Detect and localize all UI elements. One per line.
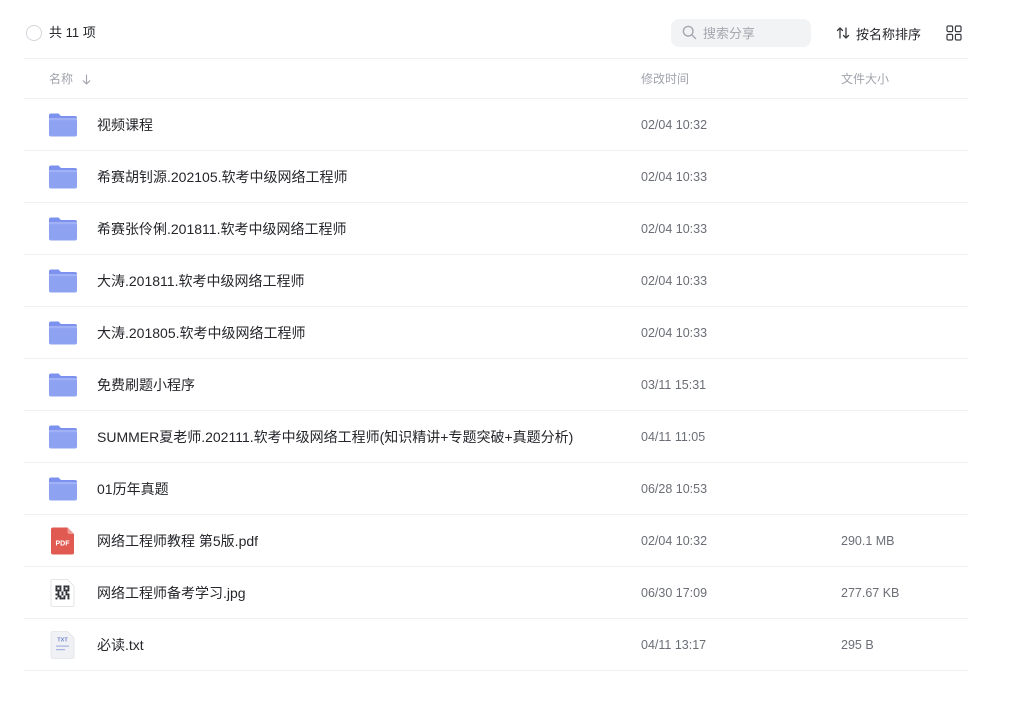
modified-time: 04/11 13:17 [641, 638, 707, 652]
toolbar: 共 11 项 按名称排序 [24, 18, 968, 48]
folder-icon [48, 267, 78, 295]
modified-time: 06/30 17:09 [641, 586, 708, 600]
table-row[interactable]: 01历年真题 06/28 10:53 [24, 463, 968, 515]
folder-icon [48, 215, 78, 243]
folder-icon [48, 163, 78, 191]
table-row[interactable]: 免费刷题小程序 03/11 15:31 [24, 359, 968, 411]
file-name[interactable]: 必读.txt [97, 636, 144, 654]
modified-time: 06/28 10:53 [641, 482, 708, 496]
sort-label: 按名称排序 [856, 26, 922, 42]
table-row[interactable]: 大涛.201811.软考中级网络工程师 02/04 10:33 [24, 255, 968, 307]
file-name[interactable]: 视频课程 [97, 116, 153, 134]
file-name[interactable]: 01历年真题 [97, 480, 169, 498]
modified-time: 03/11 15:31 [641, 378, 707, 392]
search-icon [682, 25, 697, 40]
item-count: 共 11 项 [49, 25, 96, 40]
modified-time: 02/04 10:32 [641, 534, 708, 548]
folder-icon [48, 371, 78, 399]
column-header-name[interactable]: 名称 [49, 71, 91, 87]
table-row[interactable]: SUMMER夏老师.202111.软考中级网络工程师(知识精讲+专题突破+真题分… [24, 411, 968, 463]
qr-image-icon [48, 579, 78, 607]
table-row[interactable]: 网络工程师备考学习.jpg 06/30 17:09 277.67 KB [24, 567, 968, 619]
table-row[interactable]: PDF 网络工程师教程 第5版.pdf 02/04 10:32 290.1 MB [24, 515, 968, 567]
file-name[interactable]: 网络工程师备考学习.jpg [97, 584, 246, 602]
file-name[interactable]: 免费刷题小程序 [97, 376, 195, 394]
modified-time: 04/11 11:05 [641, 430, 706, 444]
folder-icon [48, 111, 78, 139]
folder-icon [48, 423, 78, 451]
sort-by-name-button[interactable]: 按名称排序 [836, 18, 921, 48]
table-row[interactable]: TXT 必读.txt 04/11 13:17 295 B [24, 619, 968, 671]
modified-time: 02/04 10:33 [641, 274, 708, 288]
modified-time: 02/04 10:33 [641, 170, 708, 184]
txt-badge: TXT [57, 638, 68, 644]
folder-icon [48, 475, 78, 503]
search-input[interactable] [703, 19, 807, 47]
pdf-file-icon: PDF [48, 527, 78, 555]
table-header: 名称 修改时间 文件大小 [24, 59, 968, 99]
file-name[interactable]: 希赛张伶俐.201811.软考中级网络工程师 [97, 220, 346, 238]
table-row[interactable]: 大涛.201805.软考中级网络工程师 02/04 10:33 [24, 307, 968, 359]
file-name[interactable]: 大涛.201811.软考中级网络工程师 [97, 272, 304, 290]
file-list-page: 共 11 项 按名称排序 名称 [0, 0, 1033, 707]
modified-time: 02/04 10:32 [641, 118, 708, 132]
file-size: 277.67 KB [841, 586, 900, 600]
grid-view-icon [946, 25, 962, 41]
table-row[interactable]: 希赛张伶俐.201811.软考中级网络工程师 02/04 10:33 [24, 203, 968, 255]
search-box[interactable] [671, 19, 811, 47]
file-name[interactable]: 网络工程师教程 第5版.pdf [97, 532, 258, 550]
file-name[interactable]: 大涛.201805.软考中级网络工程师 [97, 324, 306, 342]
folder-icon [48, 319, 78, 347]
table-row[interactable]: 希赛胡钊源.202105.软考中级网络工程师 02/04 10:33 [24, 151, 968, 203]
file-size: 295 B [841, 638, 874, 652]
file-name[interactable]: SUMMER夏老师.202111.软考中级网络工程师(知识精讲+专题突破+真题分… [97, 428, 573, 446]
pdf-badge: PDF [56, 541, 71, 548]
arrow-down-icon [82, 73, 91, 85]
file-size: 290.1 MB [841, 534, 895, 548]
grid-view-button[interactable] [946, 25, 962, 41]
table-row[interactable]: 视频课程 02/04 10:32 [24, 99, 968, 151]
modified-time: 02/04 10:33 [641, 222, 708, 236]
sort-icon [836, 27, 850, 39]
column-header-modified[interactable]: 修改时间 [641, 71, 689, 87]
column-header-size[interactable]: 文件大小 [841, 71, 889, 87]
file-list: 视频课程 02/04 10:32 希赛胡钊源.202105.软考中级网络工程师 … [24, 99, 968, 671]
txt-file-icon: TXT [48, 631, 78, 659]
select-all-checkbox[interactable] [26, 25, 42, 41]
modified-time: 02/04 10:33 [641, 326, 708, 340]
file-name[interactable]: 希赛胡钊源.202105.软考中级网络工程师 [97, 168, 348, 186]
column-header-name-label: 名称 [49, 72, 74, 86]
